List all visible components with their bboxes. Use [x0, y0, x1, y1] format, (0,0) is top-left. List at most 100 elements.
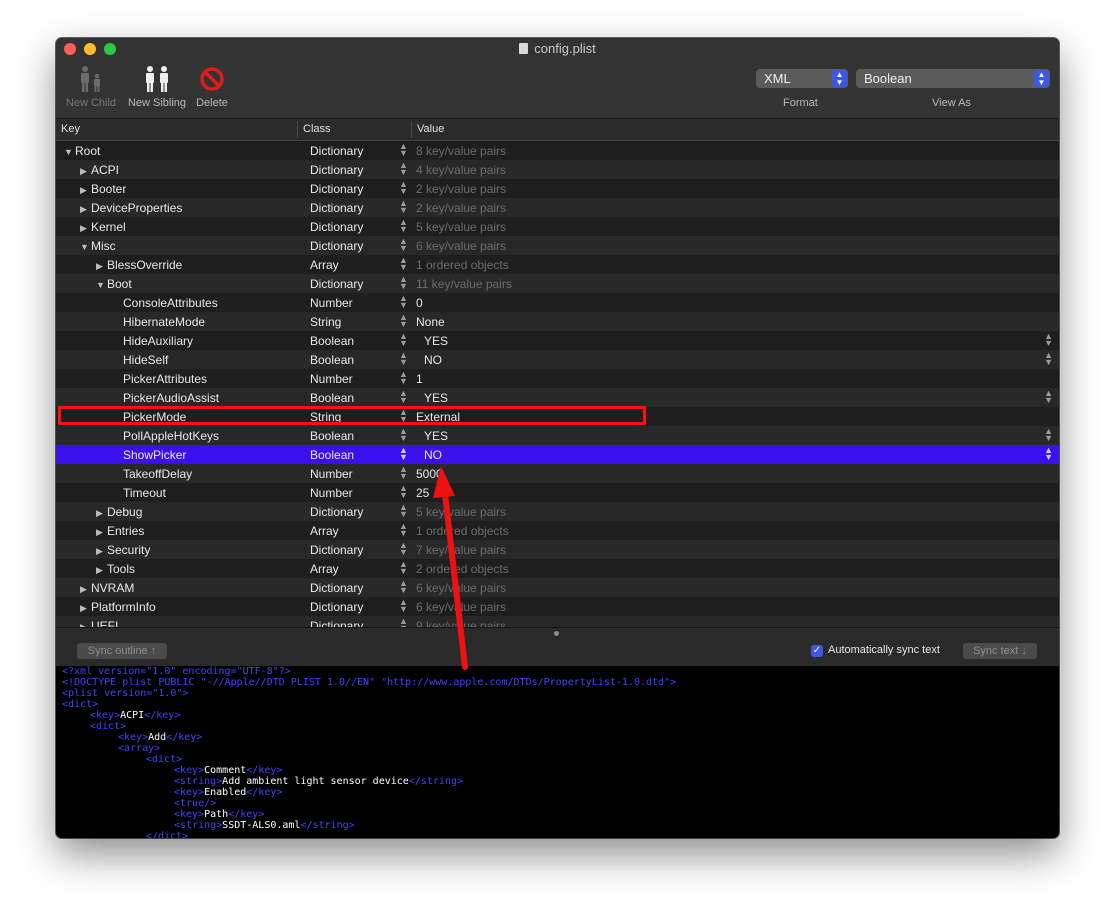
row-key[interactable]: ▶ NVRAM	[80, 581, 134, 595]
value-popup-chevron-icon[interactable]: ▲ ▼	[1044, 446, 1053, 462]
sync-outline-button[interactable]: Sync outline ↑	[77, 643, 167, 659]
class-stepper-icon[interactable]: ▲▼	[399, 294, 408, 310]
view-as-popup[interactable]: Boolean ▲ ▼	[856, 69, 1050, 88]
row-value[interactable]: 9 key/value pairs	[416, 619, 506, 627]
new-sibling-button[interactable]: New Sibling	[125, 64, 189, 109]
class-stepper-icon[interactable]: ▲▼	[399, 503, 408, 519]
row-key[interactable]: ▶ UEFI	[80, 619, 118, 627]
row-key[interactable]: ▶ Kernel	[80, 220, 126, 234]
class-stepper-icon[interactable]: ▲▼	[399, 560, 408, 576]
class-stepper-icon[interactable]: ▲▼	[399, 275, 408, 291]
outline-row[interactable]: ▼ Root Dictionary ▲ ▼ 8 key/value pairs	[56, 141, 1059, 160]
outline-row[interactable]: ▶ DeviceProperties Dictionary ▲ ▼ 2 key/value…	[56, 198, 1059, 217]
class-stepper-icon[interactable]: ▲▼	[399, 446, 408, 462]
row-value[interactable]: 6 key/value pairs	[416, 581, 506, 595]
row-class[interactable]: Dictionary	[310, 543, 363, 557]
row-key[interactable]: PollAppleHotKeys	[112, 429, 219, 443]
class-stepper-icon[interactable]: ▲▼	[399, 256, 408, 272]
row-class[interactable]: Boolean	[310, 353, 354, 367]
row-value[interactable]: 0	[416, 296, 423, 310]
row-key[interactable]: ConsoleAttributes	[112, 296, 218, 310]
row-key[interactable]: ▶ PlatformInfo	[80, 600, 156, 614]
new-child-button[interactable]: New Child	[63, 64, 119, 109]
outline-row[interactable]: HideSelf Boolean ▲ ▼ NO ▲ ▼	[56, 350, 1059, 369]
row-value[interactable]: 11 key/value pairs	[416, 277, 512, 291]
row-class[interactable]: Dictionary	[310, 619, 363, 627]
outline-row[interactable]: ▶ ACPI Dictionary ▲ ▼ 4 key/value pairs	[56, 160, 1059, 179]
row-key[interactable]: ▶ Debug	[96, 505, 142, 519]
row-key[interactable]: ▼ Root	[64, 144, 100, 158]
outline-row[interactable]: ▶ Tools Array ▲ ▼ 2 ordered objects	[56, 559, 1059, 578]
row-key[interactable]: ▶ ACPI	[80, 163, 119, 177]
disclosure-closed-icon[interactable]: ▶	[80, 204, 91, 215]
row-value[interactable]: 4 key/value pairs	[416, 163, 506, 177]
disclosure-closed-icon[interactable]: ▶	[80, 223, 91, 234]
disclosure-closed-icon[interactable]: ▶	[96, 261, 107, 272]
value-popup-chevron-icon[interactable]: ▲ ▼	[1044, 351, 1053, 367]
row-value[interactable]: YES	[424, 334, 448, 348]
outline-row[interactable]: HibernateMode String ▲ ▼ None	[56, 312, 1059, 331]
row-value[interactable]: 25	[416, 486, 429, 500]
outline-row[interactable]: ConsoleAttributes Number ▲ ▼ 0	[56, 293, 1059, 312]
row-class[interactable]: Number	[310, 296, 353, 310]
disclosure-closed-icon[interactable]: ▶	[80, 584, 91, 595]
row-class[interactable]: Dictionary	[310, 163, 363, 177]
row-value[interactable]: 5000	[416, 467, 443, 481]
outline-row[interactable]: ▶UEFI Dictionary ▲▼ 9 key/value pairs	[56, 616, 1059, 627]
row-class[interactable]: Dictionary	[310, 220, 363, 234]
row-class[interactable]: Boolean	[310, 334, 354, 348]
outline-row[interactable]: ▶ Debug Dictionary ▲ ▼ 5 key/value pairs	[56, 502, 1059, 521]
row-key[interactable]: Timeout	[112, 486, 166, 500]
row-class[interactable]: Array	[310, 258, 339, 272]
format-popup[interactable]: XML ▲ ▼	[756, 69, 848, 88]
class-stepper-icon[interactable]: ▲▼	[399, 389, 408, 405]
outline-row[interactable]: ▶ BlessOverride Array ▲ ▼ 1 ordered objects	[56, 255, 1059, 274]
outline-row[interactable]: ▼ Misc Dictionary ▲ ▼ 6 key/value pairs	[56, 236, 1059, 255]
row-value[interactable]: 8 key/value pairs	[416, 144, 506, 158]
row-value[interactable]: 5 key/value pairs	[416, 220, 506, 234]
split-handle[interactable]	[554, 631, 559, 636]
row-value[interactable]: 1 ordered objects	[416, 258, 509, 272]
row-key[interactable]: HideSelf	[112, 353, 168, 367]
auto-sync-checkbox[interactable]: ✓	[811, 645, 823, 657]
row-class[interactable]: Dictionary	[310, 201, 363, 215]
row-key[interactable]: ShowPicker	[112, 448, 186, 462]
row-value[interactable]: NO	[424, 448, 442, 462]
outline-row[interactable]: ▶ Security Dictionary ▲ ▼ 7 key/value pairs	[56, 540, 1059, 559]
disclosure-closed-icon[interactable]: ▶	[80, 185, 91, 196]
outline-row[interactable]: ▶ Kernel Dictionary ▲ ▼ 5 key/value pairs	[56, 217, 1059, 236]
column-divider[interactable]	[411, 121, 412, 138]
disclosure-open-icon[interactable]: ▼	[64, 147, 75, 157]
row-key[interactable]: ▶ DeviceProperties	[80, 201, 182, 215]
column-divider[interactable]	[297, 121, 298, 138]
disclosure-open-icon[interactable]: ▼	[96, 280, 107, 290]
class-stepper-icon[interactable]: ▲▼	[399, 370, 408, 386]
outline-row[interactable]: HideAuxiliary Boolean ▲ ▼ YES ▲ ▼	[56, 331, 1059, 350]
class-stepper-icon[interactable]: ▲▼	[399, 579, 408, 595]
row-class[interactable]: Number	[310, 486, 353, 500]
class-stepper-icon[interactable]: ▲▼	[399, 598, 408, 614]
value-popup-chevron-icon[interactable]: ▲ ▼	[1044, 332, 1053, 348]
row-value[interactable]: 2 key/value pairs	[416, 201, 506, 215]
sync-text-button[interactable]: Sync text ↓	[963, 643, 1037, 659]
disclosure-open-icon[interactable]: ▼	[80, 242, 91, 252]
row-key[interactable]: ▶ Security	[96, 543, 150, 557]
row-key[interactable]: ▶ BlessOverride	[96, 258, 182, 272]
row-key[interactable]: HibernateMode	[112, 315, 205, 329]
class-stepper-icon[interactable]: ▲▼	[399, 465, 408, 481]
row-class[interactable]: Boolean	[310, 391, 354, 405]
row-class[interactable]: Number	[310, 467, 353, 481]
class-stepper-icon[interactable]: ▲▼	[399, 313, 408, 329]
disclosure-closed-icon[interactable]: ▶	[96, 527, 107, 538]
row-value[interactable]: 5 key/value pairs	[416, 505, 506, 519]
outline-row[interactable]: ▶ NVRAM Dictionary ▲ ▼ 6 key/value pairs	[56, 578, 1059, 597]
row-key[interactable]: ▼ Misc	[80, 239, 116, 253]
outline-row[interactable]: PollAppleHotKeys Boolean ▲ ▼ YES ▲ ▼	[56, 426, 1059, 445]
row-key[interactable]: PickerAttributes	[112, 372, 207, 386]
row-key[interactable]: PickerAudioAssist	[112, 391, 219, 405]
row-class[interactable]: Dictionary	[310, 182, 363, 196]
class-stepper-icon[interactable]: ▲▼	[399, 199, 408, 215]
column-header-class[interactable]: Class	[303, 123, 331, 135]
value-popup-chevron-icon[interactable]: ▲ ▼	[1044, 389, 1053, 405]
class-stepper-icon[interactable]: ▲▼	[399, 332, 408, 348]
